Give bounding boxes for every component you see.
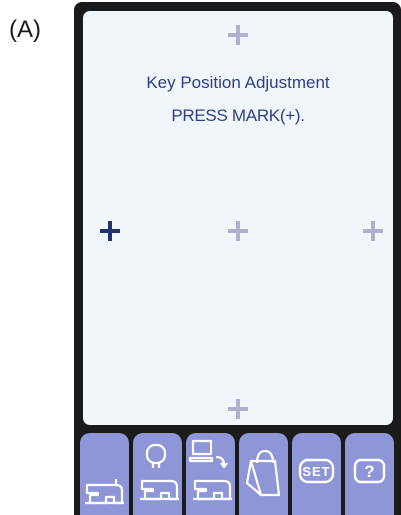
computer-connect-icon — [188, 439, 232, 501]
mark-bottom[interactable] — [228, 399, 248, 419]
help-label: ? — [364, 462, 375, 481]
device-frame: Key Position Adjustment PRESS MARK(+). S… — [74, 2, 401, 515]
mark-center[interactable] — [228, 221, 248, 241]
set-button[interactable]: SET — [292, 433, 341, 515]
embroidery-machine-icon — [140, 443, 179, 501]
sewing-machine-icon — [85, 479, 124, 505]
mark-right[interactable] — [363, 221, 383, 241]
computer-connect-button[interactable] — [186, 433, 235, 515]
help-button[interactable]: ? — [345, 433, 394, 515]
bottom-toolbar: SET ? — [80, 431, 397, 515]
bag-icon — [245, 449, 281, 497]
mark-left-active[interactable] — [100, 221, 120, 241]
figure-label: (A) — [9, 16, 41, 43]
screen-title: Key Position Adjustment — [146, 73, 330, 92]
bag-button[interactable] — [239, 433, 288, 515]
set-label: SET — [302, 464, 331, 479]
mark-top[interactable] — [228, 25, 248, 45]
embroidery-mode-button[interactable] — [133, 433, 182, 515]
lcd-screen: Key Position Adjustment PRESS MARK(+). — [83, 11, 393, 425]
screen-prompt: PRESS MARK(+). — [171, 106, 305, 125]
sewing-mode-button[interactable] — [80, 433, 129, 515]
